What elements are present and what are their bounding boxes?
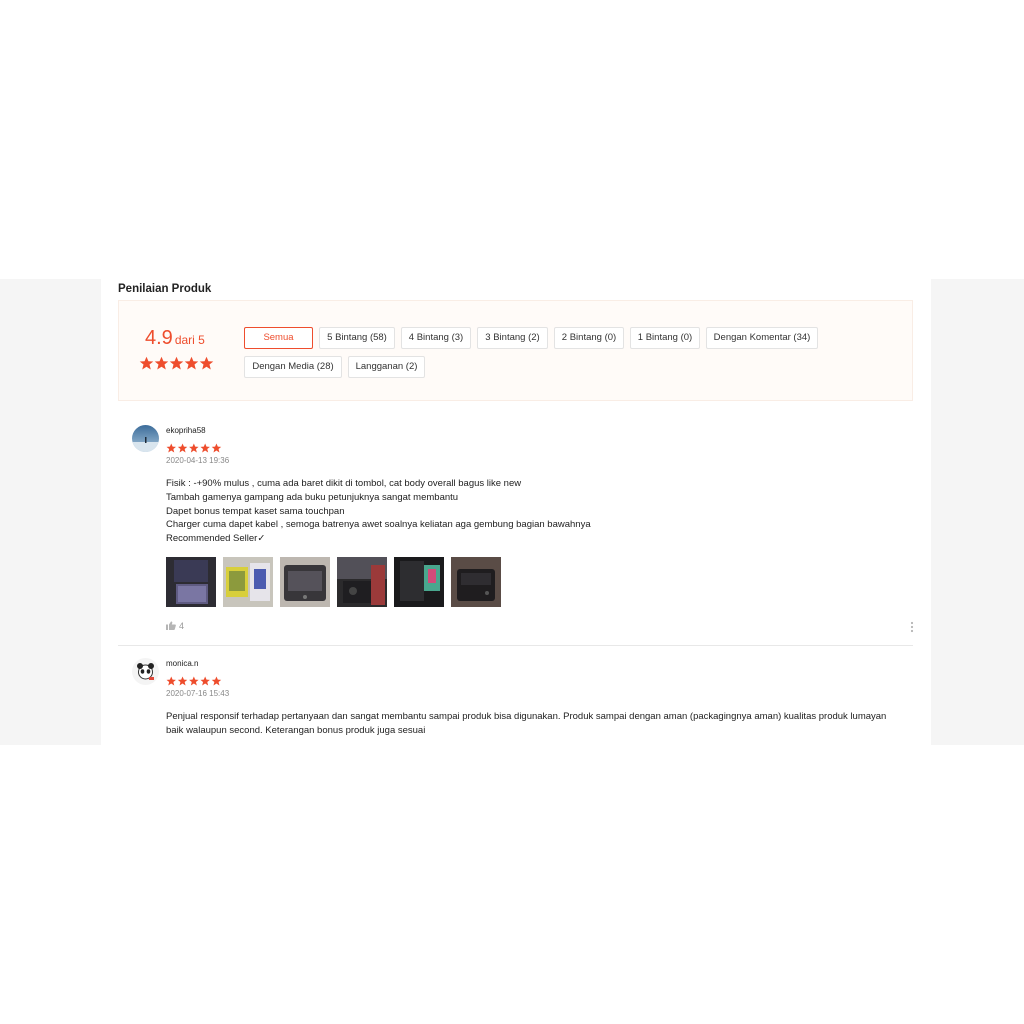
- filter-subscription[interactable]: Langganan (2): [348, 356, 425, 378]
- review-date: 2020-04-13 19:36: [166, 456, 230, 465]
- filter-with-comments[interactable]: Dengan Komentar (34): [706, 327, 818, 349]
- stars-graphic: [139, 356, 214, 370]
- review-media-thumbnail[interactable]: [166, 557, 216, 607]
- review-media-thumbnail[interactable]: [337, 557, 387, 607]
- review-media-thumbnail[interactable]: [280, 557, 330, 607]
- like-button[interactable]: 4: [166, 621, 184, 631]
- review-username[interactable]: ekopriha58: [166, 426, 206, 435]
- star-icon: [211, 443, 222, 452]
- review-media-thumbnail[interactable]: [394, 557, 444, 607]
- filter-all[interactable]: Semua: [244, 327, 313, 349]
- star-icon: [154, 356, 169, 370]
- avatar[interactable]: [132, 658, 159, 685]
- section-title: Penilaian Produk: [118, 283, 212, 295]
- overall-score: 4.9 dari 5: [145, 327, 205, 350]
- star-icon: [211, 676, 222, 685]
- star-icon: [189, 676, 199, 685]
- more-options-icon[interactable]: [910, 620, 914, 633]
- rating-summary: 4.9 dari 5 Semua 5 Bintang (58) 4 Bintang…: [118, 300, 913, 401]
- product-ratings-section: Penilaian Produk 4.9 dari 5 Semua 5 Binta…: [101, 279, 931, 745]
- star-icon: [177, 443, 188, 452]
- review-date: 2020-07-16 15:43: [166, 689, 230, 698]
- review-media-thumbnail[interactable]: [451, 557, 501, 607]
- review-line: Charger cuma dapet kabel , semoga batren…: [166, 519, 591, 531]
- review-username[interactable]: monica.n: [166, 659, 198, 668]
- review-line: Tambah gamenya gampang ada buku petunjuk…: [166, 491, 459, 503]
- filter-with-media[interactable]: Dengan Media (28): [244, 356, 342, 378]
- review-media-thumbnail[interactable]: [223, 557, 273, 607]
- stars-graphic: [166, 443, 222, 452]
- review-item: ekopriha58 2020-04-13 19:36 Fisik : -+90…: [118, 423, 914, 645]
- filter-2-star[interactable]: 2 Bintang (0): [554, 327, 624, 349]
- filter-5-star[interactable]: 5 Bintang (58): [319, 327, 395, 349]
- review-line: Recommended Seller✓: [166, 533, 266, 545]
- star-icon: [166, 443, 176, 452]
- review-text: Penjual responsif terhadap pertanyaan da…: [166, 710, 906, 738]
- filter-4-star[interactable]: 4 Bintang (3): [401, 327, 471, 349]
- star-icon: [166, 676, 176, 685]
- score-value: 4.9: [145, 327, 173, 349]
- review-item: monica.n 2020-07-16 15:43 Penjual respon…: [118, 656, 913, 745]
- review-divider: [118, 645, 913, 646]
- star-icon: [199, 356, 214, 370]
- like-count: 4: [179, 621, 185, 631]
- star-icon: [200, 443, 210, 452]
- star-icon: [184, 356, 199, 370]
- stars-graphic: [166, 676, 222, 685]
- review-stars: [166, 440, 222, 452]
- review-text: Fisik : -+90% mulus , cuma ada baret dik…: [166, 477, 906, 546]
- filter-1-star[interactable]: 1 Bintang (0): [630, 327, 700, 349]
- star-icon: [177, 676, 188, 685]
- thumbs-up-icon: [166, 621, 176, 630]
- filter-3-star[interactable]: 3 Bintang (2): [477, 327, 548, 349]
- review-line: Fisik : -+90% mulus , cuma ada baret dik…: [166, 478, 522, 489]
- avatar[interactable]: [132, 425, 159, 452]
- star-icon: [200, 676, 210, 685]
- review-line: Dapet bonus tempat kaset sama touchpan: [166, 505, 345, 517]
- score-out-of: dari 5: [174, 333, 205, 347]
- overall-stars: [139, 356, 214, 374]
- star-icon: [169, 356, 184, 370]
- star-icon: [189, 443, 199, 452]
- review-stars: [166, 673, 222, 685]
- review-line: Penjual responsif terhadap pertanyaan da…: [166, 711, 887, 736]
- star-icon: [139, 356, 154, 370]
